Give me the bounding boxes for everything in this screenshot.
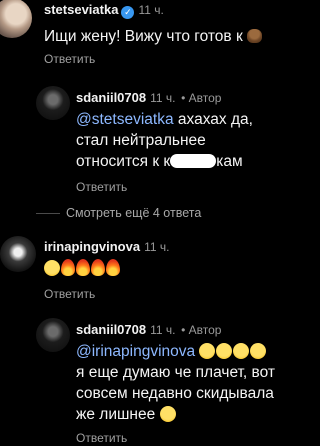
comment-time: 11 ч. [144,240,170,254]
comment-3-header: irinapingvinova 11 ч. [44,239,169,254]
mention-link[interactable]: @stetseviatka [76,111,174,128]
comment-4-header: sdaniil0708 11 ч. • Автор [76,322,221,337]
reply-button[interactable]: Ответить [76,431,127,445]
comment-text: кам [216,153,243,170]
avatar-stetseviatka[interactable] [0,0,32,38]
username-irinapingvinova[interactable]: irinapingvinova [44,239,140,254]
author-label: • Автор [181,323,222,337]
comment-text: стал нейтральнее [76,132,206,149]
tears-of-joy-emoji-icon [250,343,267,359]
replies-divider [36,213,60,214]
comment-text: же лишнее [76,406,156,423]
poop-emoji-icon [247,29,263,43]
verified-badge-icon: ✓ [121,6,135,19]
avatar-sdaniil0708[interactable] [36,318,70,352]
fire-emoji-icon [61,259,75,276]
comment-text: Ищи жену! Вижу что готов к [44,28,243,45]
mention-link[interactable]: @irinapingvinova [76,343,195,360]
comment-text: относится к к [76,153,171,170]
tears-of-joy-emoji-icon [44,260,60,276]
reply-button[interactable]: Ответить [44,287,95,301]
avatar-sdaniil0708[interactable] [36,86,70,120]
comment-1-text: Ищи жену! Вижу что готов к [44,26,312,47]
comment-text: совсем недавно скидывала [76,385,274,402]
comment-time: 11 ч. [150,323,176,337]
tears-of-joy-emoji-icon [159,406,176,422]
fire-emoji-icon [76,259,90,276]
comment-text: я еще думаю че плачет, вот [76,364,275,381]
tears-of-joy-emoji-icon [233,343,250,359]
fire-emoji-icon [106,259,120,276]
view-more-replies-button[interactable]: Смотреть ещё 4 ответа [66,206,201,220]
reply-button[interactable]: Ответить [44,52,95,66]
comment-4-text: @irinapingvinova я еще думаю че плачет, … [76,341,312,425]
username-stetseviatka[interactable]: stetseviatka [44,2,118,17]
redaction-mark [170,154,217,168]
comment-2-text: @stetseviatka ахахах да, стал нейтральне… [76,109,312,172]
comment-2-header: sdaniil0708 11 ч. • Автор [76,90,221,105]
username-sdaniil0708[interactable]: sdaniil0708 [76,322,146,337]
comment-time: 11 ч. [138,3,164,17]
fire-emoji-icon [91,259,105,276]
reply-button[interactable]: Ответить [76,180,127,194]
comment-text: ахахах да, [173,111,253,128]
comment-1-header: stetseviatka ✓ 11 ч. [44,2,164,19]
avatar-irinapingvinova[interactable] [0,236,36,272]
comment-time: 11 ч. [150,91,176,105]
username-sdaniil0708[interactable]: sdaniil0708 [76,90,146,105]
author-label: • Автор [181,91,222,105]
tears-of-joy-emoji-icon [199,343,216,359]
comment-3-emojis [44,259,121,278]
tears-of-joy-emoji-icon [216,343,233,359]
